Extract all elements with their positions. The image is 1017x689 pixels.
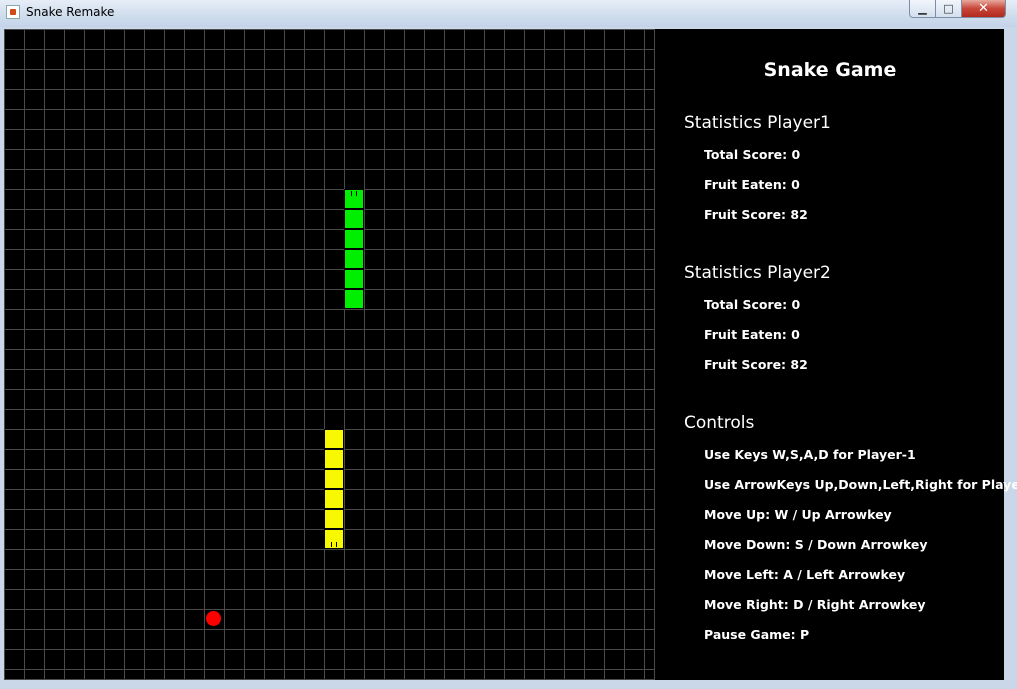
game-board[interactable] xyxy=(4,29,655,680)
player2-snake-segment xyxy=(324,429,344,449)
controls-line: Use ArrowKeys Up,Down,Left,Right for Pla… xyxy=(704,477,1017,492)
title-bar[interactable]: Snake Remake ▁ □ ✕ xyxy=(0,0,1017,27)
minimize-button[interactable]: ▁ xyxy=(909,0,936,18)
controls-line: Pause Game: P xyxy=(704,627,810,642)
player1-total-score: Total Score: 0 xyxy=(704,147,801,162)
game-title: Snake Game xyxy=(763,59,897,81)
player1-snake-head xyxy=(344,189,364,209)
maximize-button[interactable]: □ xyxy=(936,0,962,18)
player2-fruit-eaten: Fruit Eaten: 0 xyxy=(704,327,800,342)
player1-snake-eyes-icon xyxy=(350,191,360,197)
controls-line: Move Down: S / Down Arrowkey xyxy=(704,537,928,552)
player1-snake-segment xyxy=(344,289,364,309)
player2-snake-segment xyxy=(324,469,344,489)
player2-stats-heading: Statistics Player2 xyxy=(684,263,831,283)
player1-snake-segment xyxy=(344,269,364,289)
java-app-icon[interactable] xyxy=(6,5,20,19)
player1-snake-segment xyxy=(344,229,364,249)
player1-stats-heading: Statistics Player1 xyxy=(684,113,831,133)
controls-line: Use Keys W,S,A,D for Player-1 xyxy=(704,447,916,462)
controls-line: Move Up: W / Up Arrowkey xyxy=(704,507,892,522)
player2-snake-segment xyxy=(324,449,344,469)
fruit-icon xyxy=(206,611,221,626)
window-controls: ▁ □ ✕ xyxy=(909,0,1006,19)
player2-total-score: Total Score: 0 xyxy=(704,297,801,312)
player1-fruit-eaten: Fruit Eaten: 0 xyxy=(704,177,800,192)
player1-snake-segment xyxy=(344,249,364,269)
window-title: Snake Remake xyxy=(26,5,115,19)
controls-heading: Controls xyxy=(684,413,755,433)
player1-snake-segment xyxy=(344,209,364,229)
close-button[interactable]: ✕ xyxy=(962,0,1006,18)
controls-line: Move Right: D / Right Arrowkey xyxy=(704,597,926,612)
player2-snake-segment xyxy=(324,509,344,529)
player2-fruit-score: Fruit Score: 82 xyxy=(704,357,808,372)
game-window-content: Snake Game Statistics Player1 Total Scor… xyxy=(4,29,1017,680)
player2-snake-segment xyxy=(324,489,344,509)
controls-line: Move Left: A / Left Arrowkey xyxy=(704,567,906,582)
player1-fruit-score: Fruit Score: 82 xyxy=(704,207,808,222)
player2-snake-eyes-icon xyxy=(330,542,340,548)
info-panel: Snake Game Statistics Player1 Total Scor… xyxy=(656,29,1017,679)
player2-snake-head xyxy=(324,529,344,549)
